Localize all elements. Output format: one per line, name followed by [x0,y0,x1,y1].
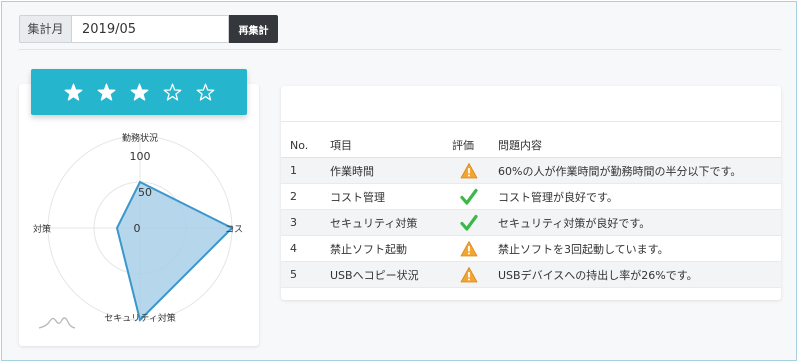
star-icon [97,83,115,101]
row-no: 4 [281,235,330,262]
row-issue: USBデバイスへの持出し率が26%です。 [498,261,781,288]
row-issue: 60%の人が作業時間が勤務時間の半分以下です。 [498,157,781,184]
row-evaluation [452,183,498,210]
card-header-divider [281,121,781,122]
period-toolbar: 集計月 再集計 [19,15,278,43]
radar-scale-label: 100 [130,150,151,163]
col-header-evaluation: 評価 [452,133,498,158]
row-no: 3 [281,209,330,236]
row-evaluation [452,209,498,236]
period-label: 集計月 [19,15,71,43]
recalculate-button[interactable]: 再集計 [229,15,278,43]
row-item: 作業時間 [330,157,452,184]
issues-card: No. 項目 評価 問題内容 1 作業時間 60%の人が作業時間が勤務時間の半分… [281,86,781,300]
row-no: 5 [281,261,330,288]
period-input[interactable] [71,15,229,43]
row-item: USBへコピー状況 [330,261,452,288]
row-no: 2 [281,183,330,210]
row-item: セキュリティ対策 [330,209,452,236]
table-row: 4 禁止ソフト起動 禁止ソフトを3回起動しています。 [281,235,781,262]
table-row: 5 USBへコピー状況 USBデバイスへの持出し率が26%です。 [281,261,781,288]
row-item: 禁止ソフト起動 [330,235,452,262]
warning-icon [460,240,478,256]
row-evaluation [452,157,498,184]
radar-axis-label-top: 勤務状況 [122,132,158,144]
table-header-row: No. 項目 評価 問題内容 [281,133,781,158]
row-evaluation [452,261,498,288]
row-issue: セキュリティ対策が良好です。 [498,209,781,236]
row-evaluation [452,235,498,262]
radar-axis-label-right: コス [225,225,243,235]
radar-series-area [115,180,234,322]
star-icon [196,83,214,101]
table-row: 3 セキュリティ対策 セキュリティ対策が良好です。 [281,209,781,236]
check-icon [460,214,478,231]
star-icon [130,83,148,101]
warning-icon [460,266,478,282]
radar-scale-label: 0 [134,222,141,235]
radar-axis-label-bottom: セキュリティ対策 [104,312,175,324]
radar-scale-label: 50 [138,186,152,199]
warning-icon [460,162,478,178]
row-issue: 禁止ソフトを3回起動しています。 [498,235,781,262]
check-icon [460,188,478,205]
toolbar-divider [19,49,781,50]
col-header-item: 項目 [330,133,452,158]
table-row: 1 作業時間 60%の人が作業時間が勤務時間の半分以下です。 [281,157,781,184]
star-icon [64,83,82,101]
col-header-no: No. [281,133,330,158]
radar-chart: 100 50 0 勤務状況 コス セキュリティ対策 対策 [33,132,243,329]
table-row: 2 コスト管理 コスト管理が良好です。 [281,183,781,210]
row-no: 1 [281,157,330,184]
radar-axis-label-left: 対策 [33,223,51,235]
row-item: コスト管理 [330,183,452,210]
col-header-issue: 問題内容 [498,133,781,158]
issues-table: No. 項目 評価 問題内容 1 作業時間 60%の人が作業時間が勤務時間の半分… [281,133,781,288]
star-rating [31,69,247,115]
trend-sparkline-icon [38,317,76,329]
star-icon [163,83,181,101]
row-issue: コスト管理が良好です。 [498,183,781,210]
